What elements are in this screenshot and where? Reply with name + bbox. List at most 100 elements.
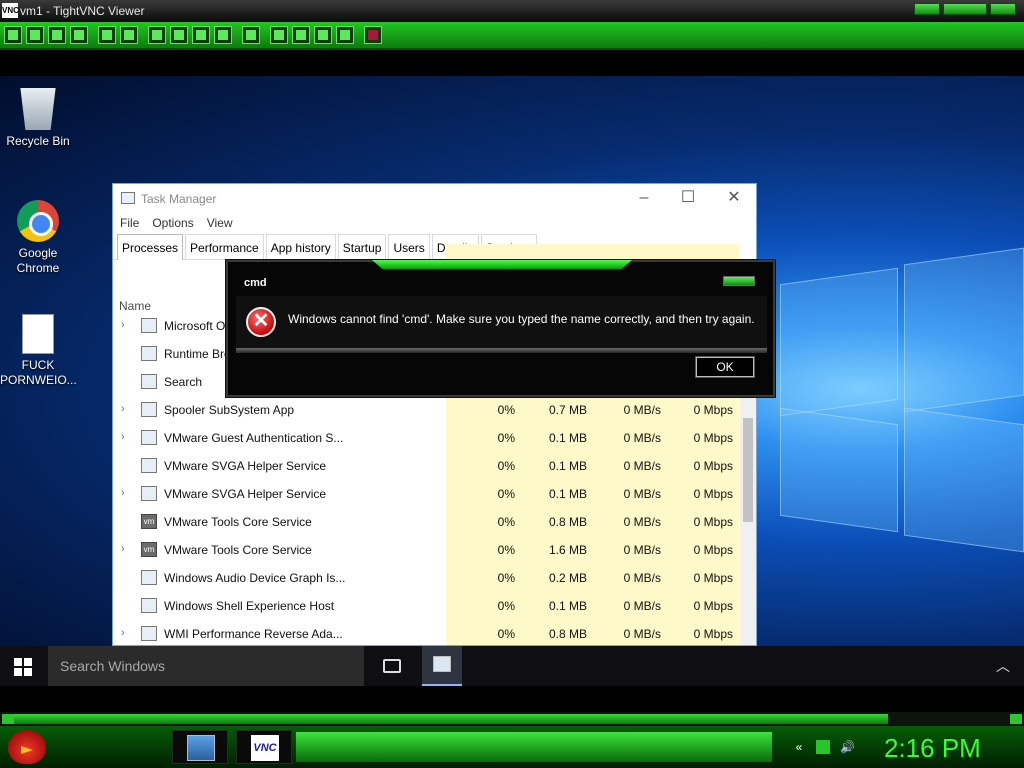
start-windows-icon[interactable] <box>14 658 32 676</box>
wallpaper-pane <box>904 407 1024 553</box>
cpu-value: 0% <box>497 627 515 641</box>
network-value: 0 Mbps <box>693 459 733 473</box>
transfer-files-icon[interactable] <box>242 26 260 44</box>
table-row[interactable]: Windows Audio Device Graph Is... 0% 0.2 MB… <box>113 564 739 592</box>
zoom-in-icon[interactable] <box>270 26 288 44</box>
vnc-horizontal-scrollbar[interactable] <box>0 712 1024 726</box>
table-row[interactable]: vm VMware Tools Core Service 0% 0.8 MB 0 MB/… <box>113 508 739 536</box>
desktop-icon-chrome[interactable]: Google Chrome <box>0 200 76 276</box>
tab-app-history[interactable]: App history <box>265 234 336 259</box>
tab-users[interactable]: Users <box>388 234 430 259</box>
menu-view[interactable]: View <box>206 212 241 234</box>
info-icon[interactable] <box>70 26 88 44</box>
ctrl-key-icon[interactable] <box>192 26 210 44</box>
taskbar-task-manager-button[interactable] <box>422 646 462 686</box>
window-icon <box>141 318 157 333</box>
dialog-accent-bar <box>372 260 632 269</box>
disk-value: 0 MB/s <box>623 571 661 585</box>
disk-value: 0 MB/s <box>623 515 661 529</box>
expand-chevron-icon[interactable]: › <box>121 487 125 499</box>
table-row[interactable]: › VMware Guest Authentication S... 0% 0.1 M… <box>113 424 739 452</box>
network-icon[interactable] <box>816 740 830 754</box>
expand-chevron-icon[interactable]: › <box>121 319 125 331</box>
chevron-up-icon[interactable]: ︿ <box>996 656 1010 676</box>
menu-file[interactable]: File <box>119 212 147 234</box>
task-view-icon[interactable] <box>383 659 401 673</box>
tab-processes[interactable]: Processes <box>117 234 184 260</box>
task-manager-window[interactable]: Task Manager – ☐ ✕ File Options View Pro… <box>112 183 757 646</box>
alt-key-icon[interactable] <box>214 26 232 44</box>
close-icon[interactable] <box>990 3 1016 15</box>
expand-chevron-icon[interactable]: › <box>121 403 125 415</box>
wallpaper-pane <box>904 247 1024 413</box>
memory-value: 0.1 MB <box>548 459 587 473</box>
save-icon[interactable] <box>26 26 44 44</box>
close-icon[interactable] <box>723 276 755 286</box>
search-box[interactable]: Search Windows <box>48 646 364 686</box>
cpu-value: 0% <box>497 487 515 501</box>
memory-value: 0.7 MB <box>548 403 587 417</box>
refresh-icon[interactable] <box>120 26 138 44</box>
cmd-error-dialog[interactable]: cmd ✕ Windows cannot find 'cmd'. Make su… <box>226 260 775 397</box>
chrome-icon <box>17 200 59 242</box>
back-icon[interactable]: « <box>792 740 806 754</box>
volume-icon[interactable]: 🔊 <box>840 740 855 754</box>
pause-icon[interactable] <box>98 26 116 44</box>
close-icon[interactable]: ✕ <box>719 188 749 208</box>
taskbar-app-device-manager[interactable] <box>172 730 228 764</box>
ok-button[interactable]: OK <box>695 356 755 378</box>
table-row[interactable]: Windows Shell Experience Host 0% 0.1 MB 0 M… <box>113 592 739 620</box>
vnc-view-margin <box>0 52 1024 76</box>
task-manager-title-bar[interactable]: Task Manager – ☐ ✕ <box>113 184 756 212</box>
host-taskbar: VNC « 🔊 2:16 PM <box>0 726 1024 768</box>
expand-chevron-icon[interactable]: › <box>121 431 125 443</box>
fullscreen-icon[interactable] <box>364 26 382 44</box>
minimize-icon[interactable] <box>914 3 940 15</box>
cpu-value: 0% <box>497 599 515 613</box>
task-manager-menu: File Options View <box>113 212 756 234</box>
clock[interactable]: 2:16 PM <box>884 733 981 764</box>
scroll-right-icon[interactable] <box>1010 714 1022 724</box>
disk-value: 0 MB/s <box>623 487 661 501</box>
win-key-icon[interactable] <box>170 26 188 44</box>
ctrl-alt-del-icon[interactable] <box>148 26 166 44</box>
tab-startup[interactable]: Startup <box>337 234 387 259</box>
maximize-icon[interactable] <box>943 3 987 15</box>
vnc-window-controls <box>914 3 1016 15</box>
network-value: 0 Mbps <box>693 543 733 557</box>
scrollbar-thumb[interactable] <box>14 714 888 724</box>
maximize-icon[interactable]: ☐ <box>673 188 703 208</box>
menu-options[interactable]: Options <box>151 212 201 234</box>
tab-performance[interactable]: Performance <box>185 234 264 259</box>
taskbar-app-tightvnc[interactable]: VNC <box>236 730 292 764</box>
windows-taskbar: Search Windows ︿ <box>0 646 1024 686</box>
desktop-icon-recycle-bin[interactable]: Recycle Bin <box>0 88 76 149</box>
options-icon[interactable] <box>48 26 66 44</box>
disk-value: 0 MB/s <box>623 403 661 417</box>
scroll-left-icon[interactable] <box>2 714 14 724</box>
table-row[interactable]: › Spooler SubSystem App 0% 0.7 MB 0 MB/s 0 Mb… <box>113 396 739 424</box>
network-value: 0 Mbps <box>693 627 733 641</box>
table-row[interactable]: › WMI Performance Reverse Ada... 0% 0.8 MB 0… <box>113 620 739 645</box>
new-connection-icon[interactable] <box>4 26 22 44</box>
desktop-icon-label: Recycle Bin <box>6 134 70 148</box>
disk-value: 0 MB/s <box>623 459 661 473</box>
scrollbar-thumb[interactable] <box>743 418 753 522</box>
cpu-value: 0% <box>497 431 515 445</box>
dialog-message: Windows cannot find 'cmd'. Make sure you… <box>288 312 755 326</box>
table-row[interactable]: › vm VMware Tools Core Service 0% 1.6 MB 0 MB… <box>113 536 739 564</box>
table-row[interactable]: › VMware SVGA Helper Service 0% 0.1 MB 0 MB/… <box>113 480 739 508</box>
zoom-fit-icon[interactable] <box>336 26 354 44</box>
expand-chevron-icon[interactable]: › <box>121 543 125 555</box>
zoom-100-icon[interactable] <box>314 26 332 44</box>
desktop-icon-text-file[interactable]: FUCK PORNWEIO... <box>0 314 77 388</box>
zoom-out-icon[interactable] <box>292 26 310 44</box>
task-manager-icon <box>433 656 451 672</box>
process-name: WMI Performance Reverse Ada... <box>164 627 343 641</box>
desktop-icon-label: FUCK PORNWEIO... <box>0 358 77 387</box>
expand-chevron-icon[interactable]: › <box>121 627 125 639</box>
table-row[interactable]: VMware SVGA Helper Service 0% 0.1 MB 0 MB/s… <box>113 452 739 480</box>
minimize-icon[interactable]: – <box>629 188 659 208</box>
column-header-name[interactable]: Name <box>119 299 151 313</box>
angry-bird-start-icon[interactable] <box>8 730 46 764</box>
